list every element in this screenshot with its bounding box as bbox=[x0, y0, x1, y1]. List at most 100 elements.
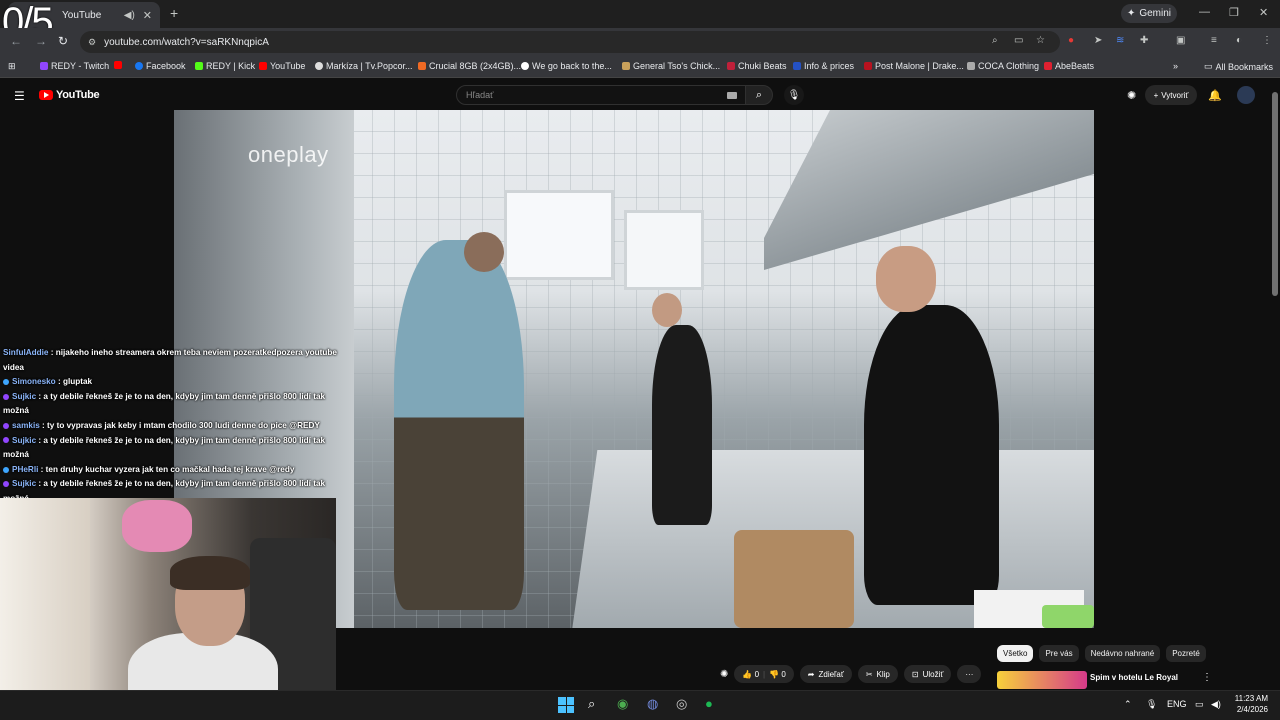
cast-icon[interactable]: ▭ bbox=[1014, 35, 1023, 46]
post-malone-icon bbox=[864, 62, 872, 70]
minimize-icon[interactable]: — bbox=[1199, 6, 1210, 18]
tray-chevron-icon[interactable]: ⌃ bbox=[1124, 699, 1132, 710]
bookmark-item[interactable]: REDY - Twitch bbox=[40, 61, 109, 71]
clip-label: Klip bbox=[876, 669, 890, 679]
gem-icon[interactable]: ✺ bbox=[1127, 89, 1136, 102]
bookmark-item[interactable]: YouTube bbox=[259, 61, 305, 71]
chat-text: : a ty debile řekneš že je to na den, kd… bbox=[3, 391, 326, 416]
recommended-video-thumbnail[interactable] bbox=[997, 671, 1087, 689]
bookmark-item[interactable] bbox=[114, 61, 122, 69]
forward-icon[interactable]: → bbox=[35, 34, 47, 48]
new-tab-icon[interactable]: + bbox=[170, 5, 178, 21]
spotify-icon[interactable]: ● bbox=[705, 696, 713, 711]
address-bar[interactable]: ⚙ youtube.com/watch?v=saRKNnqpicA bbox=[80, 31, 1060, 53]
more-actions-button[interactable]: ··· bbox=[957, 665, 982, 683]
clip-button[interactable]: ✂ Klip bbox=[857, 665, 898, 683]
tab-close-icon[interactable]: ✕ bbox=[143, 9, 152, 22]
create-button[interactable]: + Vytvoriť bbox=[1145, 85, 1197, 105]
windows-taskbar bbox=[0, 690, 1280, 720]
webcam-plush-toy bbox=[122, 500, 192, 552]
search-button[interactable]: ⌕ bbox=[745, 85, 773, 105]
youtube-logo[interactable]: YouTube bbox=[39, 89, 100, 101]
tray-network-icon[interactable]: ▭ bbox=[1195, 699, 1204, 710]
recipe-icon bbox=[622, 62, 630, 70]
scrollbar-thumb[interactable] bbox=[1272, 92, 1278, 296]
bookmark-item[interactable]: Info & prices bbox=[793, 61, 854, 71]
like-button[interactable]: 👍 0 bbox=[742, 670, 759, 679]
extension-audio-icon[interactable]: ≋ bbox=[1116, 35, 1124, 46]
tab-audio-icon[interactable]: ◀) bbox=[124, 10, 135, 21]
save-button[interactable]: ⊡ Uložiť bbox=[903, 665, 952, 683]
chat-message: Simonesko : gluptak bbox=[0, 375, 340, 390]
chat-badge-icon bbox=[3, 393, 9, 400]
restore-icon[interactable]: ❐ bbox=[1229, 6, 1239, 19]
chip-watched[interactable]: Pozreté bbox=[1166, 645, 1206, 662]
bookmark-item[interactable]: REDY | Kick bbox=[195, 61, 255, 71]
extension-arrow-icon[interactable]: ➤ bbox=[1094, 35, 1102, 46]
avatar[interactable] bbox=[1237, 86, 1255, 104]
chat-badge-icon bbox=[3, 466, 9, 473]
tab-title: YouTube bbox=[62, 9, 102, 21]
profile-icon[interactable]: ◐ bbox=[1236, 35, 1242, 46]
bookmark-item[interactable]: COCA Clothing bbox=[967, 61, 1039, 71]
more-options-icon[interactable]: ⋮ bbox=[1202, 672, 1212, 683]
chip-all[interactable]: Všetko bbox=[997, 645, 1034, 662]
chip-for-you[interactable]: Pre vás bbox=[1039, 645, 1079, 662]
site-info-icon[interactable]: ⚙ bbox=[88, 37, 96, 48]
all-bookmarks[interactable]: ▭ All Bookmarks bbox=[1204, 61, 1273, 72]
chat-message: Sujkic : a ty debile řekneš že je to na … bbox=[0, 434, 340, 463]
bookmark-item[interactable]: Post Malone | Drake... bbox=[864, 61, 964, 71]
keyboard-icon[interactable] bbox=[727, 92, 737, 99]
bookmark-item[interactable]: Markíza | Tv.Popcor... bbox=[315, 61, 413, 71]
tray-mic-icon[interactable]: 🎙 bbox=[1146, 699, 1157, 710]
bookmark-star-icon[interactable]: ☆ bbox=[1036, 35, 1045, 46]
twitch-icon bbox=[40, 62, 48, 70]
dislike-button[interactable]: 👎 0 bbox=[769, 670, 786, 679]
back-icon[interactable]: ← bbox=[10, 34, 22, 48]
search-input[interactable]: Hľadať bbox=[456, 85, 748, 105]
chrome-menu-icon[interactable]: ⋮ bbox=[1262, 35, 1272, 46]
abebeats-icon bbox=[1044, 62, 1052, 70]
menu-icon[interactable]: ☰ bbox=[14, 89, 25, 103]
extensions-puzzle-icon[interactable]: ✚ bbox=[1140, 35, 1148, 46]
divider: | bbox=[763, 669, 766, 679]
recommended-video-title[interactable]: Spim v hotelu Le Royal bbox=[1090, 673, 1178, 682]
video-frame-head bbox=[464, 232, 504, 272]
ask-gem-icon[interactable]: ✺ bbox=[720, 669, 728, 680]
apps-grid-icon[interactable]: ⊞ bbox=[8, 61, 16, 72]
zoom-icon[interactable]: ⌕ bbox=[992, 35, 998, 46]
discord-icon[interactable]: ◍ bbox=[647, 696, 658, 712]
chip-recently-uploaded[interactable]: Nedávno nahrané bbox=[1084, 645, 1161, 662]
bookmark-item[interactable]: Chuki Beats bbox=[727, 61, 787, 71]
crucial-icon bbox=[418, 62, 426, 70]
gemini-label: Gemini bbox=[1139, 8, 1172, 19]
thumbs-up-icon: 👍 bbox=[742, 669, 753, 679]
more-bookmarks-icon[interactable]: » bbox=[1173, 61, 1178, 71]
language-indicator[interactable]: ENG bbox=[1167, 699, 1187, 709]
bookmark-item[interactable]: We go back to the... bbox=[521, 61, 612, 71]
side-panel-icon[interactable]: ▣ bbox=[1176, 35, 1185, 46]
notifications-bell-icon[interactable]: 🔔 bbox=[1208, 89, 1222, 102]
taskbar-search-icon[interactable]: ⌕ bbox=[588, 696, 595, 712]
thumbs-down-icon: 👎 bbox=[769, 669, 780, 679]
browser-tab-strip: YouTube ◀) ✕ + ✦ Gemini — ❐ ✕ bbox=[0, 0, 1280, 28]
tray-volume-icon[interactable]: ◀) bbox=[1211, 699, 1221, 710]
taskbar-clock[interactable]: 11:23 AM 2/4/2026 bbox=[1228, 693, 1268, 715]
video-frame-window bbox=[624, 210, 704, 290]
obs-icon[interactable]: ◎ bbox=[676, 696, 687, 712]
windows-start-icon[interactable] bbox=[558, 697, 574, 713]
reload-icon[interactable]: ↻ bbox=[58, 34, 68, 48]
media-controls-icon[interactable]: ≡ bbox=[1211, 35, 1217, 46]
create-label: Vytvoriť bbox=[1161, 90, 1189, 100]
bookmark-item[interactable]: Crucial 8GB (2x4GB)... bbox=[418, 61, 521, 71]
share-button[interactable]: ➦ Zdieľať bbox=[799, 665, 852, 683]
gemini-button[interactable]: ✦ Gemini bbox=[1121, 4, 1177, 23]
voice-search-button[interactable]: 🎙 bbox=[784, 85, 804, 105]
bookmark-item[interactable]: AbeBeats bbox=[1044, 61, 1094, 71]
extension-red-icon[interactable]: ● bbox=[1068, 35, 1074, 46]
chrome-icon[interactable]: ◉ bbox=[617, 696, 628, 712]
bookmark-item[interactable]: General Tso's Chick... bbox=[622, 61, 720, 71]
window-close-icon[interactable]: ✕ bbox=[1259, 6, 1268, 19]
bookmark-item[interactable]: Facebook bbox=[135, 61, 186, 71]
bookmark-label: Info & prices bbox=[804, 61, 855, 71]
